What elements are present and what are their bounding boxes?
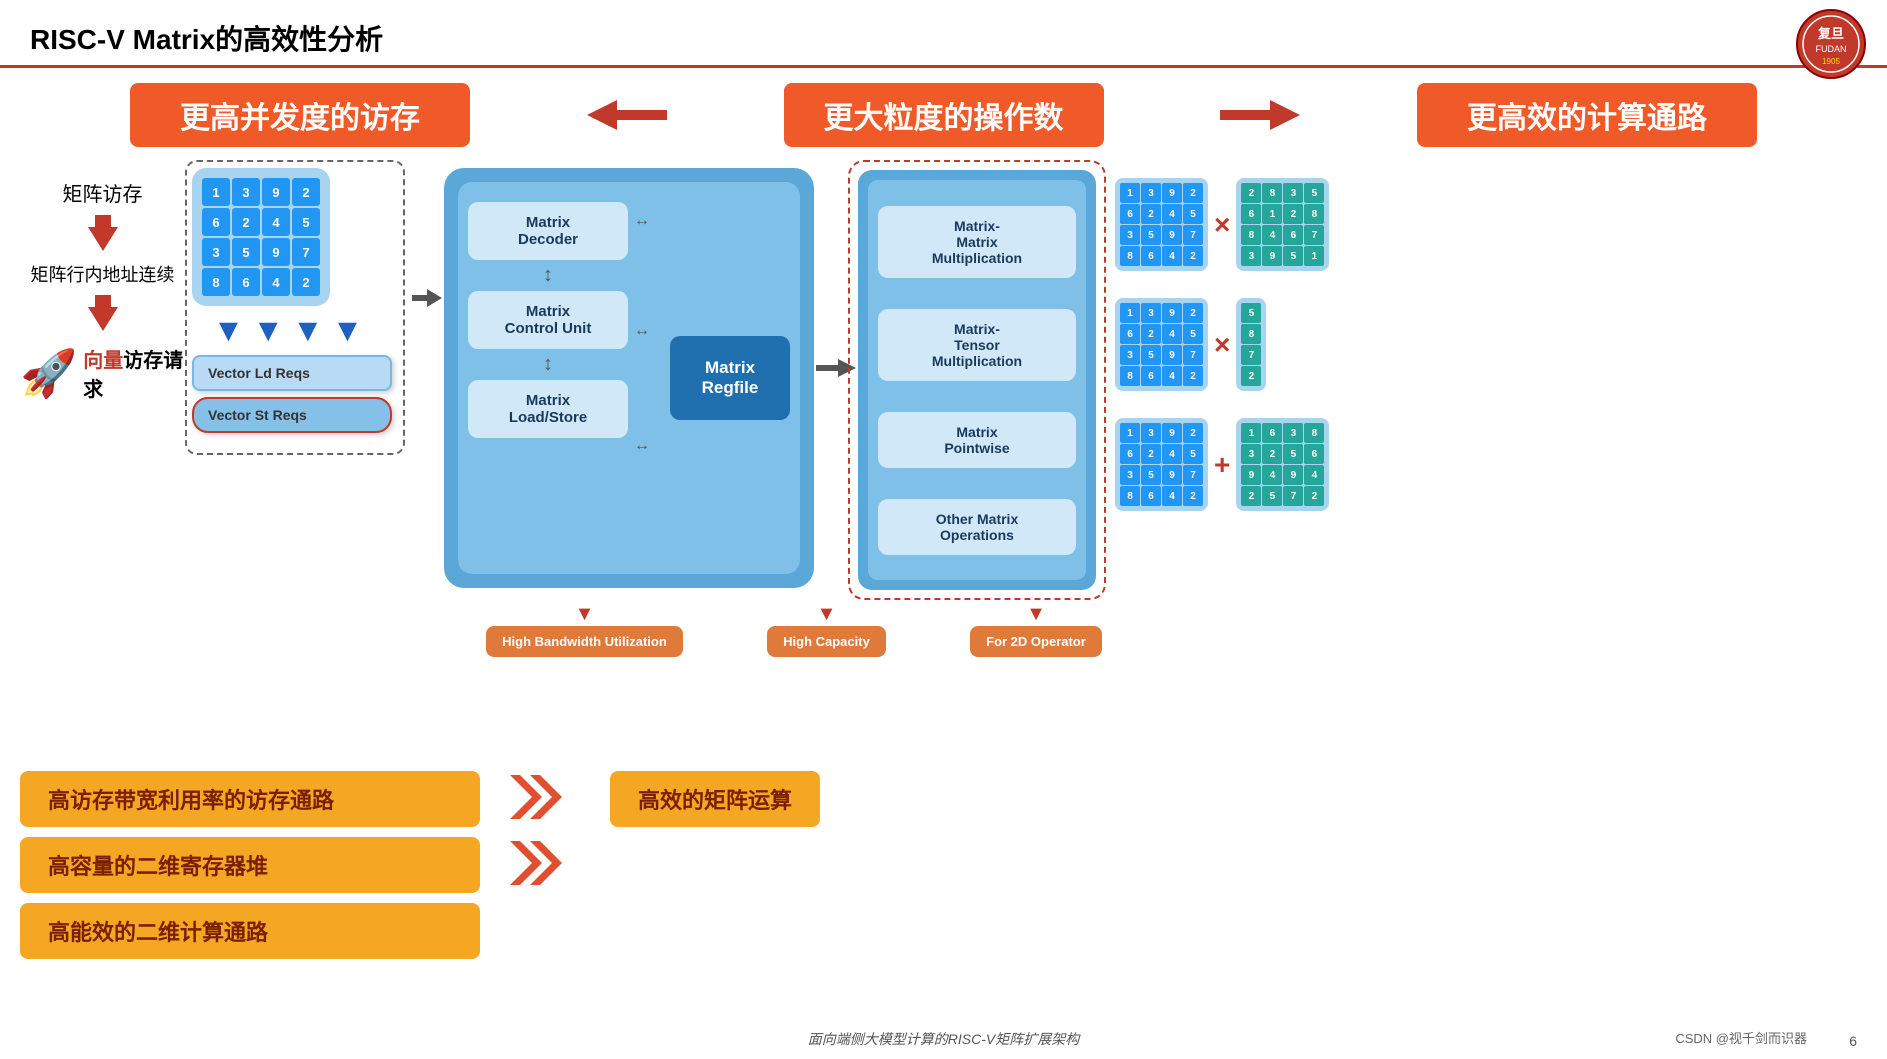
- operations-block: Matrix-MatrixMultiplication Matrix-Tenso…: [858, 170, 1096, 590]
- matrix-to-pipeline-arrow: [412, 288, 442, 313]
- banner-left: 更高并发度的访存: [130, 83, 470, 147]
- efficient-label: 高效的矩阵运算: [610, 771, 820, 827]
- matrix-matrix-mult-box: Matrix-MatrixMultiplication: [878, 206, 1076, 278]
- op-symbol-1: ×: [1214, 209, 1230, 241]
- vector-boxes-group: Vector Ld Reqs Vector St Reqs: [192, 355, 392, 433]
- other-matrix-ops-box: Other MatrixOperations: [878, 499, 1076, 555]
- university-logo: 复旦 FUDAN 1905: [1795, 8, 1867, 80]
- regfile-arrow-2: ↔: [634, 322, 650, 340]
- matrix-visualization: 1392 6245 3597 8642 ▼▼▼▼ Vector Ld Reqs …: [192, 168, 392, 433]
- matrix-decoder-box: MatrixDecoder: [468, 202, 628, 260]
- banner-b2: 高容量的二维寄存器堆: [20, 837, 480, 893]
- matrix-1a: 1392 6245 3597 8642: [1115, 178, 1208, 271]
- pipeline-arrow-2: ↕: [468, 353, 628, 376]
- left-labels: 矩阵访存 矩阵行内地址连续 🚀 向量访存请求: [20, 178, 185, 402]
- label-matrix-row: 矩阵行内地址连续: [20, 264, 185, 287]
- cap-label-group: ▼ High Capacity: [767, 603, 886, 657]
- chevron-1: [510, 775, 570, 824]
- pipeline-left-boxes: MatrixDecoder ↕ MatrixControl Unit ↕ Mat…: [468, 202, 628, 438]
- matrix-row-3: 1392 6245 3597 8642 + 1638 3256 9494 257…: [1115, 418, 1329, 511]
- bottom-banners-section: 高访存带宽利用率的访存通路 高效的矩阵运算 高容量的二维寄存器堆 高能效的二维计…: [20, 771, 1867, 959]
- down-arrows: ▼▼▼▼: [192, 312, 392, 349]
- op2d-label-group: ▼ For 2D Operator: [970, 603, 1102, 657]
- red-divider: [0, 65, 1887, 68]
- cap-arrow: ▼: [767, 603, 886, 626]
- banner-right: 更高效的计算通路: [1417, 83, 1757, 147]
- csdn-label: CSDN @视千剑而识器: [1675, 1028, 1807, 1047]
- main-matrix-grid: 1392 6245 3597 8642: [202, 178, 320, 296]
- bw-label: High Bandwidth Utilization: [486, 626, 683, 657]
- footer-text: 面向端侧大模型计算的RISC-V矩阵扩展架构: [808, 1029, 1079, 1049]
- regfile-arrow-1: ↔: [634, 212, 650, 230]
- banner-center: 更大粒度的操作数: [784, 83, 1104, 147]
- bottom-row-2: 高容量的二维寄存器堆: [20, 837, 1867, 893]
- svg-text:FUDAN: FUDAN: [1816, 44, 1847, 54]
- bw-arrow: ▼: [486, 603, 683, 626]
- vector-st-box: Vector St Reqs: [192, 397, 392, 433]
- label-matrix-access: 矩阵访存: [20, 178, 185, 207]
- center-pipeline-block: MatrixDecoder ↕ MatrixControl Unit ↕ Mat…: [444, 168, 814, 588]
- regfile-arrow-3: ↔: [634, 437, 650, 455]
- svg-text:1905: 1905: [1822, 57, 1840, 66]
- vector-label: 向量访存请求: [83, 344, 185, 402]
- cap-label: High Capacity: [767, 626, 886, 657]
- vector-access-section: 🚀 向量访存请求: [20, 344, 185, 402]
- matrix-2a: 1392 6245 3597 8642: [1115, 298, 1208, 391]
- op-symbol-3: +: [1214, 449, 1230, 481]
- arrow-down-2: [20, 295, 185, 336]
- rocket-icon: 🚀: [20, 346, 77, 401]
- banner-b1: 高访存带宽利用率的访存通路: [20, 771, 480, 827]
- matrix-2b: 5 8 7 2: [1236, 298, 1266, 391]
- matrix-3a: 1392 6245 3597 8642: [1115, 418, 1208, 511]
- pipeline-to-ops-arrow: [816, 358, 856, 383]
- banner-b3: 高能效的二维计算通路: [20, 903, 480, 959]
- arrow-down-1: [20, 215, 185, 256]
- pipeline-arrow-1: ↕: [468, 264, 628, 287]
- arrow-left-icon: [587, 95, 667, 135]
- bottom-row-3: 高能效的二维计算通路: [20, 903, 1867, 959]
- matrix-control-box: MatrixControl Unit: [468, 291, 628, 349]
- matrix-row-1: 1392 6245 3597 8642 × 2835 6128 8467 395…: [1115, 178, 1329, 271]
- vector-ld-box: Vector Ld Reqs: [192, 355, 392, 391]
- matrix-regfile-box: MatrixRegfile: [670, 336, 790, 420]
- svg-text:复旦: 复旦: [1817, 26, 1844, 41]
- op2d-label: For 2D Operator: [970, 626, 1102, 657]
- page-number: 6: [1849, 1033, 1857, 1049]
- matrix-pointwise-box: MatrixPointwise: [878, 412, 1076, 468]
- matrix-row-2: 1392 6245 3597 8642 × 5 8 7 2: [1115, 298, 1266, 391]
- matrix-tensor-mult-box: Matrix-TensorMultiplication: [878, 309, 1076, 381]
- op-symbol-2: ×: [1214, 329, 1230, 361]
- bw-label-group: ▼ High Bandwidth Utilization: [486, 603, 683, 657]
- chevron-2: [510, 841, 570, 890]
- arrow-right-icon: [1220, 95, 1300, 135]
- bottom-row-1: 高访存带宽利用率的访存通路 高效的矩阵运算: [20, 771, 1867, 827]
- page-title: RISC-V Matrix的高效性分析: [30, 18, 383, 58]
- matrix-load-store-box: MatrixLoad/Store: [468, 380, 628, 438]
- bottom-labels-row: ▼ High Bandwidth Utilization ▼ High Capa…: [444, 603, 1144, 657]
- op2d-arrow: ▼: [970, 603, 1102, 626]
- matrix-3b: 1638 3256 9494 2572: [1236, 418, 1329, 511]
- matrix-1b: 2835 6128 8467 3951: [1236, 178, 1329, 271]
